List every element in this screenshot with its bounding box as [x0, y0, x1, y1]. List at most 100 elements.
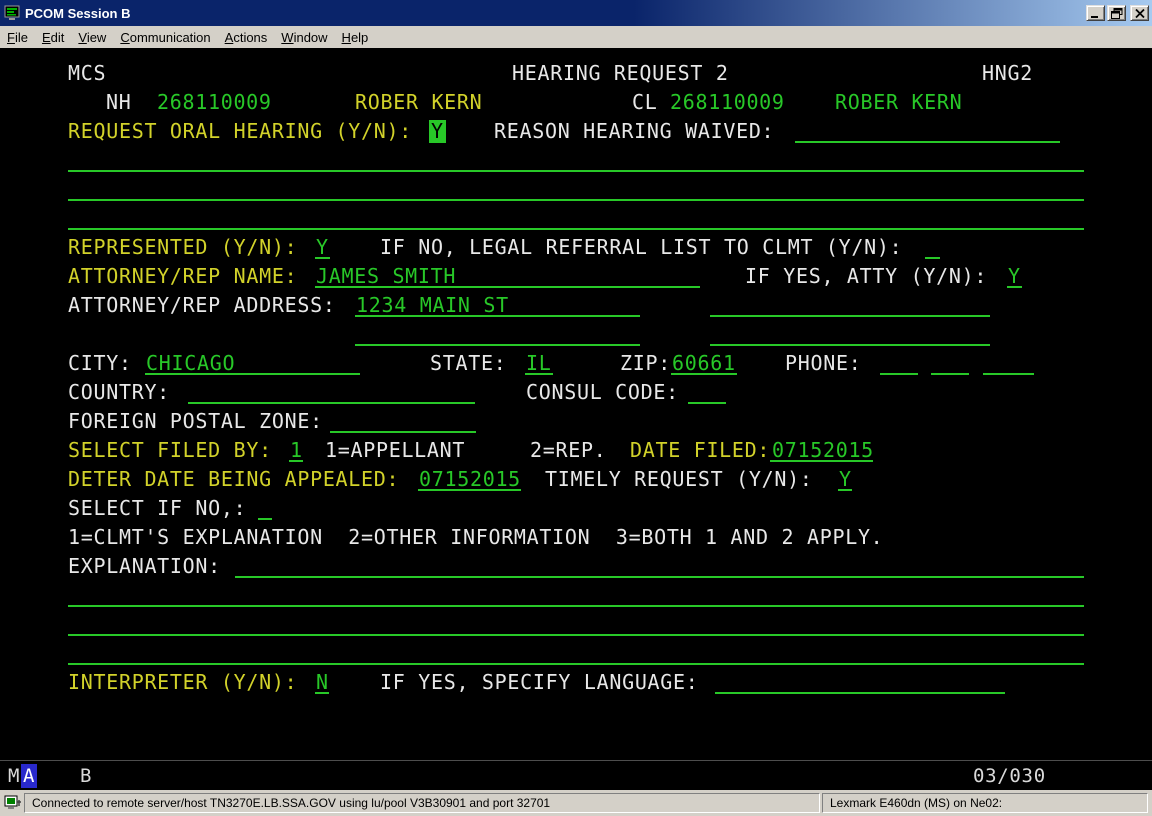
value-cl-name: ROBER KERN [835, 91, 962, 114]
label-select-if-no: SELECT IF NO,: [68, 497, 246, 520]
value-nh-name: ROBER KERN [355, 91, 482, 114]
field-foreign-postal-zone[interactable] [330, 431, 476, 433]
menu-item-file[interactable]: File [0, 28, 35, 47]
menu-item-edit[interactable]: Edit [35, 28, 71, 47]
field-explanation-line-1[interactable] [235, 576, 1084, 578]
label-request-oral-hearing: REQUEST ORAL HEARING (Y/N): [68, 120, 412, 143]
oia-status-m: M [8, 764, 20, 788]
value-nh-number: 268110009 [157, 91, 272, 114]
label-foreign-postal-zone: FOREIGN POSTAL ZONE: [68, 410, 323, 433]
field-date-filed[interactable]: 07152015 [772, 439, 874, 462]
label-represented: REPRESENTED (Y/N): [68, 236, 297, 259]
label-interpreter: INTERPRETER (Y/N): [68, 671, 297, 694]
field-explanation-line-2[interactable] [68, 605, 1084, 607]
field-timely-request[interactable]: Y [839, 468, 852, 491]
screen-id-left: MCS [68, 62, 106, 85]
window-titlebar: PCOM Session B [0, 0, 1152, 26]
menu-item-communication[interactable]: Communication [113, 28, 217, 47]
field-legal-referral-list[interactable] [925, 257, 940, 259]
field-consul-code[interactable] [688, 402, 726, 404]
label-explanation: EXPLANATION: [68, 555, 221, 578]
menu-item-view[interactable]: View [71, 28, 113, 47]
field-select-filed-by-underline[interactable] [289, 460, 303, 462]
field-deter-date-underline[interactable] [418, 489, 521, 491]
label-legal-referral-list: IF NO, LEGAL REFERRAL LIST TO CLMT (Y/N)… [380, 236, 902, 259]
menu-item-actions[interactable]: Actions [218, 28, 275, 47]
field-attorney-rep-name-underline[interactable] [315, 286, 700, 288]
field-explanation-line-4[interactable] [68, 663, 1084, 665]
field-attorney-rep-address-1-underline[interactable] [355, 315, 640, 317]
field-zip-underline[interactable] [671, 373, 737, 375]
field-deter-date-being-appealed[interactable]: 07152015 [419, 468, 521, 491]
oia-cursor-position: 03/030 [973, 764, 1046, 788]
cursor-field-request-oral-hearing[interactable]: Y [429, 120, 446, 143]
field-city[interactable]: CHICAGO [146, 352, 235, 375]
field-attorney-rep-address-3[interactable] [355, 344, 640, 346]
field-interpreter-underline[interactable] [315, 692, 329, 694]
field-reason-hearing-waived-line-1[interactable] [795, 141, 1060, 143]
label-timely-request: TIMELY REQUEST (Y/N): [545, 468, 813, 491]
field-select-if-no[interactable] [258, 518, 272, 520]
field-attorney-rep-address-4[interactable] [710, 344, 990, 346]
field-attorney-rep-name[interactable]: JAMES SMITH [316, 265, 456, 288]
oia-status-row: M A B 03/030 [0, 760, 1152, 790]
field-attorney-rep-address-2[interactable] [710, 315, 990, 317]
field-country[interactable] [188, 402, 475, 404]
field-city-underline[interactable] [145, 373, 360, 375]
field-reason-hearing-waived-line-3[interactable] [68, 199, 1084, 201]
field-explanation-line-3[interactable] [68, 634, 1084, 636]
connection-icon [4, 794, 22, 812]
menu-bar: FileEditViewCommunicationActionsWindowHe… [0, 26, 1152, 48]
label-consul-code: CONSUL CODE: [526, 381, 679, 404]
status-printer-panel: Lexmark E460dn (MS) on Ne02: [822, 793, 1148, 813]
label-nh: NH [106, 91, 131, 114]
field-state[interactable]: IL [526, 352, 551, 375]
menu-item-window[interactable]: Window [274, 28, 334, 47]
label-zip: ZIP: [620, 352, 671, 375]
label-attorney-rep-address: ATTORNEY/REP ADDRESS: [68, 294, 336, 317]
terminal-screen[interactable]: MCS HEARING REQUEST 2 HNG2 NH 268110009 … [0, 48, 1152, 760]
field-attorney-rep-address-1[interactable]: 1234 MAIN ST [356, 294, 509, 317]
minimize-button[interactable] [1086, 5, 1105, 21]
field-zip[interactable]: 60661 [672, 352, 736, 375]
field-if-yes-atty-underline[interactable] [1007, 286, 1022, 288]
label-if-yes-atty: IF YES, ATTY (Y/N): [745, 265, 987, 288]
label-select-filed-by: SELECT FILED BY: [68, 439, 272, 462]
field-date-filed-underline[interactable] [770, 460, 873, 462]
field-phone-prefix[interactable] [931, 373, 969, 375]
field-represented-underline[interactable] [315, 257, 330, 259]
text-select-if-no-options: 1=CLMT'S EXPLANATION 2=OTHER INFORMATION… [68, 526, 883, 549]
text-filed-by-option-2: 2=REP. [530, 439, 606, 462]
label-state: STATE: [430, 352, 506, 375]
label-attorney-rep-name: ATTORNEY/REP NAME: [68, 265, 297, 288]
field-phone-line[interactable] [983, 373, 1034, 375]
field-select-filed-by[interactable]: 1 [290, 439, 303, 462]
field-interpreter[interactable]: N [316, 671, 329, 694]
label-city: CITY: [68, 352, 132, 375]
screen-title: HEARING REQUEST 2 [512, 62, 729, 85]
restore-icon [1111, 8, 1123, 19]
screen-code: HNG2 [982, 62, 1033, 85]
window-title: PCOM Session B [25, 6, 130, 21]
status-connection-text: Connected to remote server/host TN3270E.… [32, 796, 550, 810]
field-if-yes-atty[interactable]: Y [1008, 265, 1021, 288]
field-reason-hearing-waived-line-4[interactable] [68, 228, 1084, 230]
field-timely-request-underline[interactable] [838, 489, 852, 491]
label-deter-date-being-appealed: DETER DATE BEING APPEALED: [68, 468, 399, 491]
label-date-filed: DATE FILED: [630, 439, 770, 462]
field-specify-language[interactable] [715, 692, 1005, 694]
field-reason-hearing-waived-line-2[interactable] [68, 170, 1084, 172]
field-state-underline[interactable] [525, 373, 553, 375]
label-phone: PHONE: [785, 352, 861, 375]
field-phone-area[interactable] [880, 373, 918, 375]
menu-item-help[interactable]: Help [335, 28, 376, 47]
close-button[interactable] [1130, 5, 1149, 21]
label-specify-language: IF YES, SPECIFY LANGUAGE: [380, 671, 699, 694]
window-controls [1084, 5, 1149, 21]
close-icon [1134, 8, 1146, 19]
field-represented[interactable]: Y [316, 236, 329, 259]
label-reason-hearing-waived: REASON HEARING WAIVED: [494, 120, 774, 143]
status-bar: Connected to remote server/host TN3270E.… [0, 790, 1152, 816]
value-cl-number: 268110009 [670, 91, 785, 114]
restore-button[interactable] [1107, 5, 1126, 21]
